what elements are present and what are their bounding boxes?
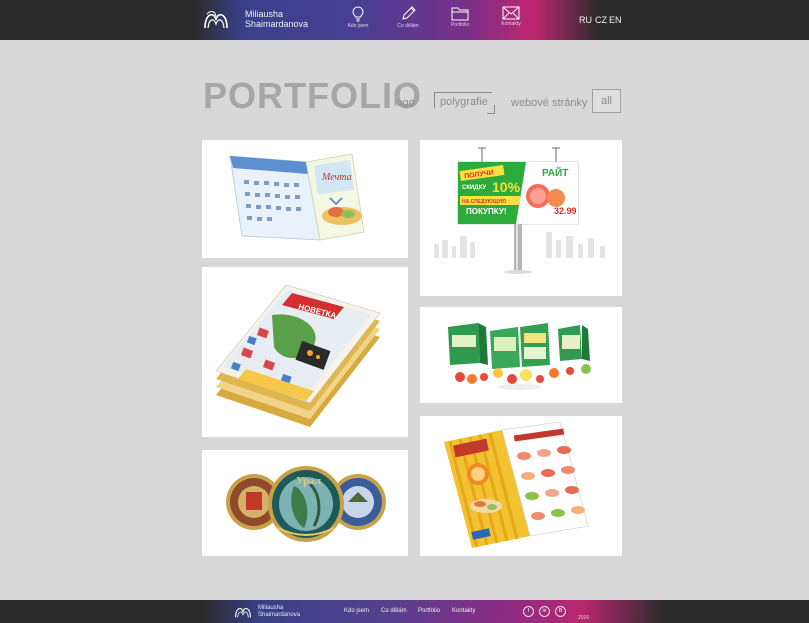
language-cz[interactable]: CZ — [595, 15, 607, 25]
filter-bracket-corner — [487, 105, 495, 114]
footer-brand-first-name: Miliausha — [258, 605, 284, 611]
portfolio-item-menu[interactable] — [420, 416, 622, 556]
portfolio-item-magazine[interactable]: НОВЕТКА — [202, 267, 408, 437]
billboard-price: 32.99 — [554, 206, 577, 216]
footer-link-co-delam[interactable]: Co dělám — [381, 608, 407, 614]
magazine-stack-image: НОВЕТКА — [215, 284, 381, 427]
linkedin-icon[interactable]: in — [539, 606, 550, 617]
plate-title-text: Урал — [296, 475, 321, 487]
footer-brand-name[interactable]: Miliausha Shaimardanova — [258, 605, 300, 619]
nav-label: Co dělám — [397, 23, 419, 29]
portfolio-item-packaging[interactable] — [420, 307, 622, 403]
footer-link-portfolio[interactable]: Portfolio — [418, 608, 440, 614]
facebook-glyph: f — [527, 608, 530, 614]
language-ru[interactable]: RU — [579, 15, 592, 25]
brand-first-name: Miliausha — [245, 9, 284, 19]
nav-label: Kdo jsem — [347, 23, 369, 29]
nav-item-kdo-jsem[interactable]: Kdo jsem — [330, 6, 386, 30]
billboard-brand-rajt: РАЙТ — [542, 166, 568, 179]
lightbulb-icon — [352, 6, 364, 22]
filter-all[interactable]: all — [592, 89, 622, 113]
nav-label: Portfolio — [450, 22, 470, 28]
facebook-icon[interactable]: f — [523, 606, 534, 617]
nav-item-portfolio[interactable]: Portfolio — [432, 6, 488, 29]
nav-label: Kontakty — [501, 21, 521, 27]
portfolio-title: PORTFOLIO — [203, 75, 422, 116]
packaging-mockup-image — [448, 323, 591, 390]
top-navigation-bar: Miliausha Shaimardanova Kdo jsem Co dělá… — [0, 0, 809, 40]
filter-webove-stranky[interactable]: webové stránky — [511, 97, 587, 109]
calendar-mockup-image: Мечта — [229, 153, 365, 241]
footer-link-kontakty[interactable]: Kontakty — [452, 608, 475, 614]
pencil-icon — [402, 6, 416, 20]
portfolio-item-plates[interactable]: Урал — [202, 450, 408, 556]
behance-glyph: B — [558, 608, 563, 614]
footer-bar: Miliausha Shaimardanova Kdo jsem Co dělá… — [0, 600, 809, 623]
language-en[interactable]: EN — [609, 15, 622, 25]
billboard-text-skidku: СКИДКУ — [462, 185, 486, 191]
filter-logo[interactable]: logo — [394, 97, 415, 109]
filter-polygrafie[interactable]: polygrafie — [434, 92, 492, 108]
logo-icon[interactable] — [203, 8, 229, 32]
footer-link-kdo-jsem[interactable]: Kdo jsem — [344, 608, 369, 614]
billboard-text-na-sleduyushchuyu: НА СЛЕДУЮЩУЮ — [462, 199, 506, 205]
folder-icon — [451, 7, 469, 21]
brand-last-name: Shaimardanova — [245, 19, 309, 29]
nav-item-kontakty[interactable]: Kontakty — [483, 6, 539, 28]
portfolio-item-billboard[interactable]: ПОЛУЧИ СКИДКУ 10% НА СЛЕДУЮЩУЮ ПОКУПКУ! … — [420, 140, 622, 296]
billboard-text-pokupku: ПОКУПКУ! — [466, 207, 507, 216]
plates-mockup-image: Урал — [226, 466, 386, 542]
footer-logo-icon[interactable] — [233, 604, 253, 620]
portfolio-item-calendar[interactable]: Мечта — [202, 140, 408, 258]
footer-year: 2016 — [578, 615, 590, 621]
envelope-icon — [502, 6, 520, 20]
menu-booklet-image — [444, 421, 589, 548]
footer-brand-last-name: Shaimardanova — [258, 612, 301, 618]
billboard-text-percent: 10% — [492, 179, 521, 195]
linkedin-glyph: in — [542, 608, 547, 614]
billboard-mockup-image: ПОЛУЧИ СКИДКУ 10% НА СЛЕДУЮЩУЮ ПОКУПКУ! … — [434, 147, 605, 274]
nav-item-co-delam[interactable]: Co dělám — [380, 6, 436, 30]
brand-name[interactable]: Miliausha Shaimardanova — [245, 9, 308, 29]
behance-icon[interactable]: B — [555, 606, 566, 617]
calendar-brand-text: Мечта — [321, 172, 352, 183]
